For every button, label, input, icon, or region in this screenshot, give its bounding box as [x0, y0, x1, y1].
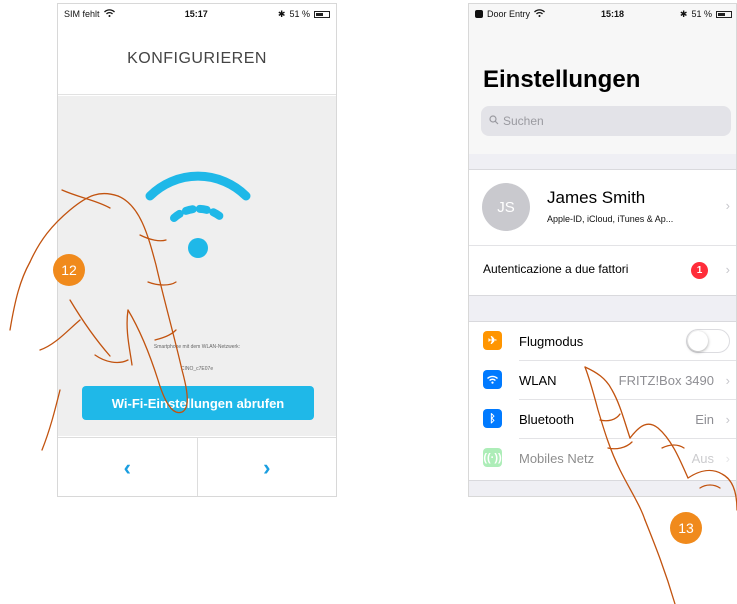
search-placeholder: Suchen [503, 114, 544, 128]
page-title: KONFIGURIEREN [58, 24, 336, 95]
wifi-signal-icon [534, 9, 545, 19]
wifi-signal-icon [103, 9, 115, 19]
settings-row-label: Bluetooth [519, 412, 574, 427]
step-badge-12: 12 [53, 254, 85, 286]
status-bar: SIM fehlt 15:17 ✱ 51 % [58, 4, 336, 24]
battery-icon [715, 10, 732, 18]
settings-header: Door Entry 15:18 ✱ 51 % Einstellungen Su… [469, 4, 736, 154]
bluetooth-status-icon: ✱ [679, 8, 688, 19]
apple-id-row[interactable]: JS James Smith Apple-ID, iCloud, iTunes … [469, 170, 736, 246]
previous-button[interactable]: ‹ [58, 438, 197, 496]
wifi-settings-button[interactable]: Wi-Fi-Einstellungen abrufen [82, 386, 314, 420]
konfigurieren-screen: SIM fehlt 15:17 ✱ 51 % KONFIGURIEREN Sma… [57, 3, 337, 497]
settings-row-label: Mobiles Netz [519, 451, 595, 466]
settings-row-value: FRITZ!Box 3490 [618, 373, 714, 388]
wifi-icon [145, 171, 251, 258]
connectivity-group: ✈ Flugmodus WLAN FRITZ!Box 3490 › ᛒ Blue… [469, 321, 736, 481]
airplane-icon: ✈ [483, 331, 502, 350]
next-button[interactable]: › [196, 438, 337, 496]
clock: 15:17 [184, 9, 208, 19]
settings-row-value: Aus [691, 451, 714, 466]
bluetooth-status-icon: ✱ [277, 8, 286, 19]
carrier-label: SIM fehlt [64, 9, 100, 19]
chevron-right-icon: › [725, 262, 730, 277]
chevron-right-icon: › [725, 198, 730, 213]
avatar: JS [482, 183, 530, 231]
chevron-right-icon: › [725, 412, 730, 427]
page-title: Einstellungen [483, 66, 641, 93]
settings-row-flugmodus[interactable]: ✈ Flugmodus [469, 322, 736, 361]
clock: 15:18 [600, 9, 624, 19]
status-bar: Door Entry 15:18 ✱ 51 % [469, 4, 736, 24]
chevron-right-icon: › [725, 373, 730, 388]
wifi-icon [483, 370, 502, 389]
two-factor-label: Autenticazione a due fattori [483, 262, 629, 276]
settings-row-value: Ein [695, 412, 714, 427]
search-field[interactable]: Suchen [481, 106, 731, 136]
content-area: Smartphone mit dem WLAN-Netzwerk: CINO_c… [58, 96, 336, 436]
settings-row-bluetooth[interactable]: ᛒ Bluetooth Ein › [469, 400, 736, 439]
profile-name: James Smith [547, 188, 646, 207]
battery-icon [313, 10, 330, 18]
bluetooth-icon: ᛒ [483, 409, 502, 428]
step-badge-13: 13 [670, 512, 702, 544]
settings-row-wlan[interactable]: WLAN FRITZ!Box 3490 › [469, 361, 736, 400]
notification-badge: 1 [691, 262, 708, 279]
airplane-mode-toggle[interactable] [686, 329, 730, 353]
back-app-icon[interactable] [475, 10, 483, 18]
profile-subtitle: Apple-ID, iCloud, iTunes & Ap... [547, 214, 674, 224]
two-factor-row[interactable]: Autenticazione a due fattori 1 › [469, 246, 736, 294]
settings-row-label: WLAN [519, 373, 557, 388]
antenna-icon: ((·)) [483, 448, 502, 467]
bottom-navigation: ‹ › [58, 437, 337, 496]
settings-screen: Door Entry 15:18 ✱ 51 % Einstellungen Su… [468, 3, 737, 497]
chevron-right-icon: › [725, 451, 730, 466]
battery-percent: 51 % [691, 9, 712, 19]
network-name: CINO_c7E07e [180, 366, 214, 372]
settings-row-label: Flugmodus [519, 334, 584, 349]
instruction-text: Smartphone mit dem WLAN-Netzwerk: [153, 344, 241, 350]
battery-percent: 51 % [289, 9, 310, 19]
back-app-label[interactable]: Door Entry [487, 9, 530, 19]
search-icon [489, 114, 499, 128]
settings-row-mobiles-netz[interactable]: ((·)) Mobiles Netz Aus › [469, 439, 736, 478]
account-group: JS James Smith Apple-ID, iCloud, iTunes … [469, 169, 736, 296]
